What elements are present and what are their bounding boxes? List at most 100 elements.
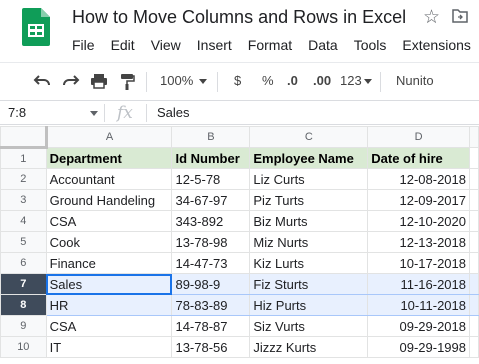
column-header-c[interactable]: C <box>249 126 369 148</box>
row-header[interactable]: 4 <box>0 210 47 232</box>
cell[interactable]: Siz Vurts <box>249 315 369 337</box>
row-header-selected[interactable]: 8 <box>0 294 47 316</box>
cell[interactable] <box>469 294 479 316</box>
formula-bar-divider <box>146 104 147 122</box>
column-header-b[interactable]: B <box>171 126 251 148</box>
decrease-decimal-button[interactable]: .0 <box>287 73 298 88</box>
menu-insert[interactable]: Insert <box>189 37 240 55</box>
cell[interactable] <box>469 210 479 232</box>
row-header[interactable]: 5 <box>0 231 47 253</box>
cell[interactable]: 14-78-87 <box>171 315 251 337</box>
cell[interactable]: 10-17-2018 <box>367 252 470 274</box>
cell[interactable]: 78-83-89 <box>171 294 251 316</box>
cell[interactable] <box>469 231 479 253</box>
cell[interactable]: 13-78-56 <box>171 336 251 358</box>
formula-bar: 7:8 fx Sales <box>0 100 479 125</box>
menu-tools[interactable]: Tools <box>346 37 395 55</box>
menu-file[interactable]: File <box>64 37 103 55</box>
cell[interactable]: Fiz Sturts <box>249 273 369 295</box>
cell[interactable]: 12-08-2018 <box>367 168 470 190</box>
cell[interactable]: Department <box>45 147 173 169</box>
cell[interactable]: 13-78-98 <box>171 231 251 253</box>
cell[interactable]: Biz Murts <box>249 210 369 232</box>
zoom-select[interactable]: 100% <box>160 73 193 88</box>
cell[interactable]: HR <box>45 294 173 316</box>
cell[interactable]: Miz Nurts <box>249 231 369 253</box>
cell[interactable] <box>469 189 479 211</box>
cell[interactable] <box>469 168 479 190</box>
cell[interactable]: 12-09-2017 <box>367 189 470 211</box>
zoom-dropdown-icon[interactable] <box>199 79 207 84</box>
menu-format[interactable]: Format <box>240 37 300 55</box>
cell[interactable]: 12-5-78 <box>171 168 251 190</box>
currency-format-button[interactable]: $ <box>234 73 241 88</box>
cell[interactable]: Piz Turts <box>249 189 369 211</box>
column-header-d[interactable]: D <box>367 126 470 148</box>
cell[interactable]: Jizzz Kurts <box>249 336 369 358</box>
cell[interactable]: CSA <box>45 210 173 232</box>
document-title[interactable]: How to Move Columns and Rows in Excel <box>72 7 406 28</box>
increase-decimal-button[interactable]: .00 <box>313 73 331 88</box>
cell[interactable] <box>469 252 479 274</box>
active-cell[interactable]: Sales <box>45 273 173 295</box>
cell[interactable]: 89-98-9 <box>171 273 251 295</box>
menu-extensions[interactable]: Extensions <box>394 37 478 55</box>
font-family-select[interactable]: Nunito <box>396 73 434 88</box>
table-row: 4 CSA 343-892 Biz Murts 12-10-2020 <box>0 210 479 232</box>
cell[interactable]: 12-13-2018 <box>367 231 470 253</box>
column-header-e[interactable] <box>469 126 479 148</box>
name-box[interactable]: 7:8 <box>8 105 26 120</box>
select-all-corner[interactable] <box>0 126 48 149</box>
row-header[interactable]: 3 <box>0 189 47 211</box>
more-formats-button[interactable]: 123 <box>340 73 362 88</box>
row-header[interactable]: 1 <box>0 147 47 169</box>
formula-input[interactable]: Sales <box>157 105 190 120</box>
cell[interactable]: 09-29-2018 <box>367 315 470 337</box>
column-header-a[interactable]: A <box>45 126 173 148</box>
print-icon[interactable] <box>90 73 108 89</box>
menu-data[interactable]: Data <box>300 37 346 55</box>
star-icon[interactable]: ☆ <box>423 6 440 29</box>
cell[interactable]: 10-11-2018 <box>367 294 470 316</box>
table-row-selected: 7 Sales 89-98-9 Fiz Sturts 11-16-2018 <box>0 273 479 295</box>
undo-icon[interactable] <box>33 74 51 88</box>
row-header[interactable]: 10 <box>0 336 47 358</box>
cell[interactable]: IT <box>45 336 173 358</box>
toolbar: 100% $ % .0 .00 123 Nunito <box>0 62 479 100</box>
row-header-selected[interactable]: 7 <box>0 273 47 295</box>
cell[interactable]: Cook <box>45 231 173 253</box>
cell[interactable]: Date of hire <box>367 147 470 169</box>
row-header[interactable]: 6 <box>0 252 47 274</box>
menu-view[interactable]: View <box>143 37 189 55</box>
cell[interactable]: Ground Handeling <box>45 189 173 211</box>
cell[interactable]: Liz Curts <box>249 168 369 190</box>
row-header[interactable]: 9 <box>0 315 47 337</box>
cell[interactable] <box>469 315 479 337</box>
more-formats-dropdown-icon[interactable] <box>364 79 372 84</box>
percent-format-button[interactable]: % <box>262 73 274 88</box>
cell[interactable]: 34-67-97 <box>171 189 251 211</box>
cell[interactable]: 11-16-2018 <box>367 273 470 295</box>
cell[interactable]: Finance <box>45 252 173 274</box>
cell[interactable]: 343-892 <box>171 210 251 232</box>
toolbar-divider <box>146 72 147 92</box>
cell[interactable] <box>469 147 479 169</box>
cell[interactable]: Id Number <box>171 147 251 169</box>
cell[interactable]: CSA <box>45 315 173 337</box>
redo-icon[interactable] <box>62 74 80 88</box>
cell[interactable] <box>469 336 479 358</box>
cell[interactable]: Accountant <box>45 168 173 190</box>
menu-edit[interactable]: Edit <box>103 37 143 55</box>
cell[interactable]: Hiz Purts <box>249 294 369 316</box>
cell[interactable]: Employee Name <box>249 147 369 169</box>
cell[interactable]: Kiz Lurts <box>249 252 369 274</box>
sheets-logo-icon[interactable] <box>22 8 50 46</box>
cell[interactable]: 12-10-2020 <box>367 210 470 232</box>
paint-format-icon[interactable] <box>119 73 135 90</box>
cell[interactable]: 09-29-1998 <box>367 336 470 358</box>
cell[interactable]: 14-47-73 <box>171 252 251 274</box>
move-to-folder-icon[interactable] <box>452 9 468 23</box>
row-header[interactable]: 2 <box>0 168 47 190</box>
cell[interactable] <box>469 273 479 295</box>
name-box-dropdown-icon[interactable] <box>90 111 98 116</box>
